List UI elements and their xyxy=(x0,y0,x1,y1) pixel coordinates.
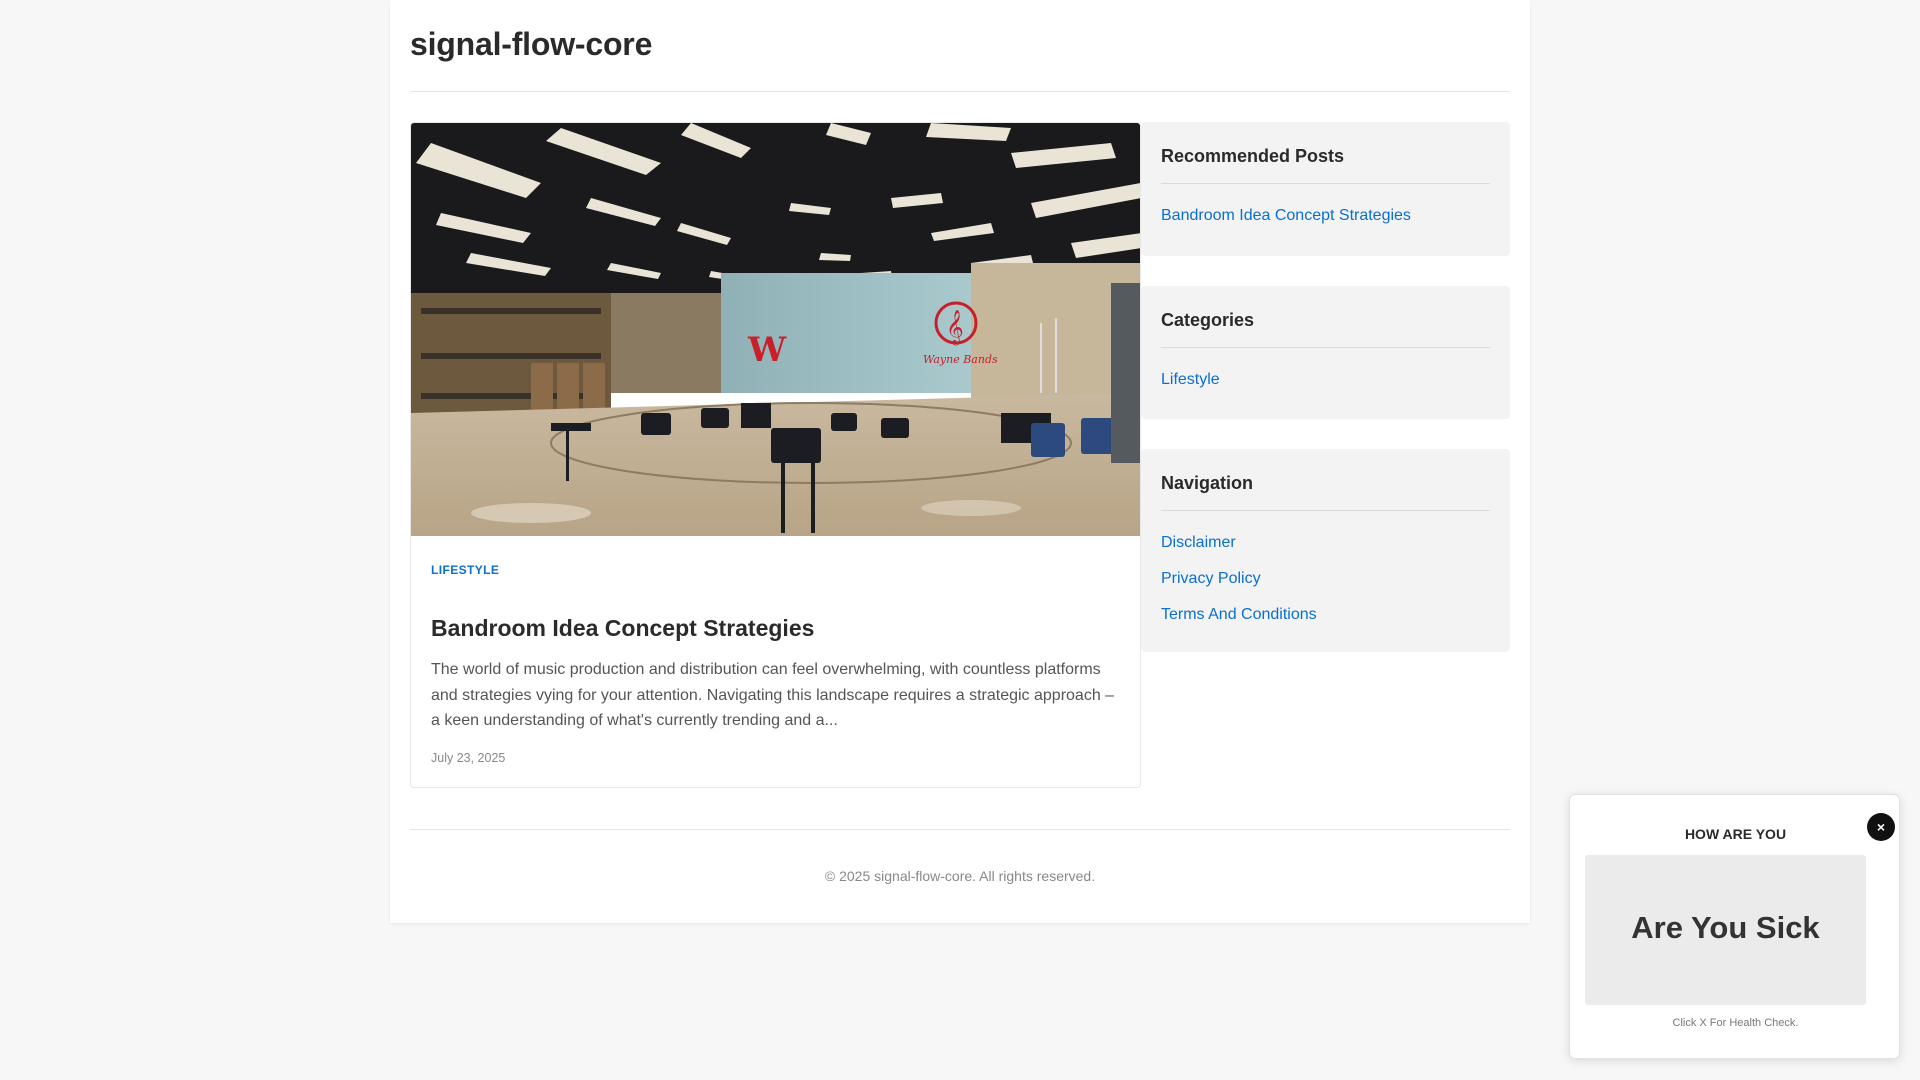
nav-link-privacy-policy[interactable]: Privacy Policy xyxy=(1161,570,1261,587)
popup-title: HOW ARE YOU xyxy=(1684,826,1787,842)
site-footer: © 2025 signal-flow-core. All rights rese… xyxy=(410,829,1510,924)
list-item: Bandroom Idea Concept Strategies xyxy=(1161,198,1490,234)
post-excerpt: The world of music production and distri… xyxy=(431,661,1115,729)
post-date: July 23, 2025 xyxy=(431,751,506,765)
list-item: Disclaimer xyxy=(1161,525,1490,561)
post-card: W 𝄞 Wayne Bands LIFESTYLE Bandroom Idea … xyxy=(410,122,1141,788)
popup-ad-banner[interactable]: Are You Sick xyxy=(1585,855,1866,1005)
recommended-post-link[interactable]: Bandroom Idea Concept Strategies xyxy=(1161,207,1411,224)
wall-letter-w: W xyxy=(747,330,787,370)
post-title[interactable]: Bandroom Idea Concept Strategies xyxy=(431,615,814,642)
widget-heading-recommended: Recommended Posts xyxy=(1161,122,1490,184)
page-container: signal-flow-core W 𝄞 Wayne Bands LIFESTY… xyxy=(390,0,1530,923)
svg-text:𝄞: 𝄞 xyxy=(946,310,964,346)
list-item: Terms And Conditions xyxy=(1161,597,1490,633)
site-title[interactable]: signal-flow-core xyxy=(410,26,652,63)
post-category-link[interactable]: LIFESTYLE xyxy=(431,563,499,577)
widget-heading-navigation: Navigation xyxy=(1161,449,1490,511)
health-check-popup: HOW ARE YOU × Are You Sick Click X For H… xyxy=(1569,794,1900,1059)
close-icon[interactable]: × xyxy=(1867,813,1895,841)
footer-copyright: © 2025 signal-flow-core. All rights rese… xyxy=(824,868,1096,884)
widget-heading-categories: Categories xyxy=(1161,286,1490,348)
nav-link-terms[interactable]: Terms And Conditions xyxy=(1161,606,1317,623)
category-link-lifestyle[interactable]: Lifestyle xyxy=(1161,371,1220,388)
widget-navigation: Navigation Disclaimer Privacy Policy Ter… xyxy=(1141,449,1510,652)
widget-categories: Categories Lifestyle xyxy=(1141,286,1510,419)
list-item: Lifestyle xyxy=(1161,362,1490,398)
post-featured-image[interactable]: W 𝄞 Wayne Bands xyxy=(411,123,1140,536)
site-header: signal-flow-core xyxy=(410,0,1510,92)
widget-recommended-posts: Recommended Posts Bandroom Idea Concept … xyxy=(1141,122,1510,256)
nav-link-disclaimer[interactable]: Disclaimer xyxy=(1161,534,1236,551)
popup-footer-text: Click X For Health Check. xyxy=(1672,1017,1799,1029)
wall-text: Wayne Bands xyxy=(923,353,998,366)
popup-banner-text: Are You Sick xyxy=(1631,910,1820,945)
list-item: Privacy Policy xyxy=(1161,561,1490,597)
